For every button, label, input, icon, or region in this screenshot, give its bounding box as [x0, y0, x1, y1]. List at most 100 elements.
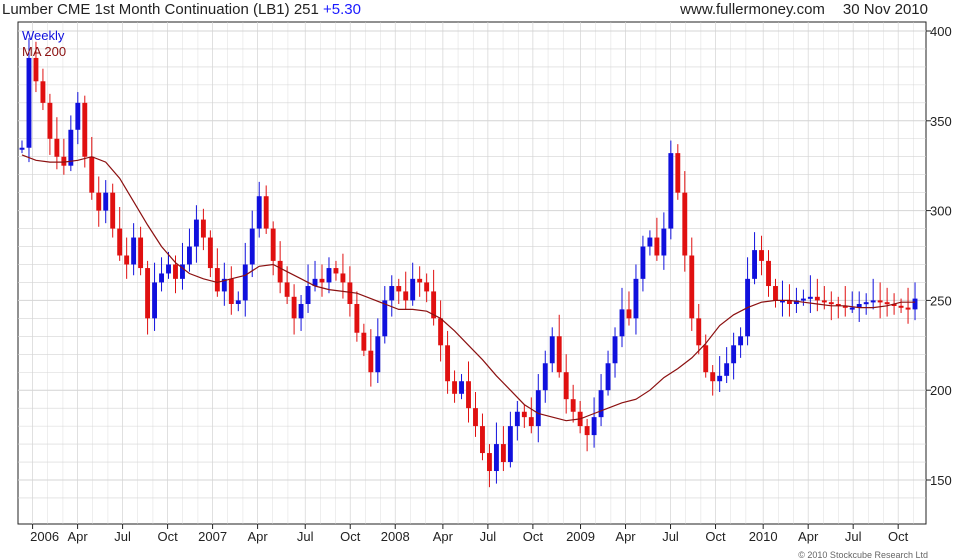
candle-body — [166, 264, 171, 274]
candle-body — [235, 300, 241, 304]
candle-body — [417, 278, 423, 283]
candle-body — [354, 303, 360, 333]
candle-body — [103, 192, 109, 211]
x-tick-label: Jul — [114, 529, 131, 544]
candle-body — [549, 336, 555, 364]
x-tick-label: 2006 — [30, 529, 59, 544]
x-tick-label: Oct — [888, 529, 909, 544]
x-tick-label: Oct — [157, 529, 178, 544]
y-tick-label: 250 — [930, 293, 952, 308]
candle-body — [249, 228, 255, 265]
candle-body — [131, 237, 137, 265]
candle-body — [828, 302, 834, 305]
candle-body — [361, 332, 367, 351]
candle-body — [654, 237, 660, 256]
candle-body — [319, 278, 325, 283]
candle-body — [228, 278, 234, 304]
candle-body — [452, 381, 457, 394]
legend-weekly: Weekly — [22, 28, 65, 43]
y-tick-label: 200 — [930, 383, 952, 398]
x-tick-label: 2007 — [198, 529, 227, 544]
candle-body — [256, 196, 262, 229]
candle-body — [19, 147, 25, 150]
candle-body — [480, 426, 485, 454]
candle-body — [731, 345, 737, 364]
candle-body — [724, 363, 730, 376]
candle-body — [877, 300, 883, 303]
candle-body — [54, 138, 60, 157]
candle-body — [905, 307, 911, 310]
x-tick-label: Jul — [845, 529, 862, 544]
candle-body — [445, 345, 451, 382]
copyright-notice: © 2010 Stockcube Research Ltd — [798, 550, 928, 560]
candle-body — [145, 268, 151, 319]
price-chart: 150 200 250 300 350 400 2006 Apr Jul Oct 2007 Apr J… — [17, 21, 952, 544]
candle-body — [640, 246, 646, 279]
candle-body — [647, 237, 653, 247]
candle-body — [661, 228, 667, 256]
candle-body — [466, 381, 471, 409]
candle-body — [870, 300, 876, 303]
candle-body — [752, 250, 757, 279]
x-tick-label: Apr — [615, 529, 636, 544]
candle-body — [668, 153, 674, 229]
candle-body — [542, 363, 548, 391]
x-tick-label: Jul — [480, 529, 497, 544]
candle-body — [424, 282, 430, 292]
candle-body — [710, 372, 716, 382]
candle-body — [696, 318, 702, 346]
candle-body — [110, 192, 116, 229]
y-tick-label: 350 — [930, 114, 952, 129]
candle-body — [703, 345, 709, 373]
candle-body — [193, 219, 199, 247]
x-tick-label: Jul — [662, 529, 679, 544]
candle-body — [389, 286, 395, 301]
candle-body — [633, 278, 639, 319]
candle-body — [298, 303, 304, 319]
candle-body — [33, 57, 39, 82]
candle-body — [375, 336, 381, 373]
candle-body — [291, 296, 297, 319]
candle-body — [675, 153, 681, 193]
candle-body — [591, 417, 597, 436]
x-tick-label: Oct — [705, 529, 726, 544]
candle-body — [326, 268, 332, 283]
candle-body — [75, 102, 81, 130]
candle-body — [200, 219, 206, 238]
candle-body — [773, 286, 778, 301]
candle-body — [96, 192, 102, 211]
candle-body — [759, 250, 764, 261]
candle-body — [368, 350, 374, 373]
candle-body — [821, 300, 827, 303]
candle-body — [459, 381, 464, 394]
y-axis: 150 200 250 300 350 400 — [926, 24, 952, 488]
candle-body — [26, 57, 32, 148]
candle-body — [493, 444, 499, 472]
candle-body — [173, 264, 178, 279]
candle-body — [89, 156, 95, 193]
candle-body — [403, 291, 409, 301]
candle-body — [563, 372, 569, 400]
candle-body — [152, 282, 157, 319]
x-tick-label: Apr — [798, 529, 819, 544]
candle-body — [68, 129, 74, 166]
candle-body — [570, 399, 576, 412]
candle-body — [270, 228, 276, 261]
y-tick-label: 400 — [930, 24, 952, 39]
x-tick-label: Oct — [523, 529, 544, 544]
candle-body — [584, 426, 590, 436]
candle-body — [514, 411, 520, 427]
candle-body — [82, 102, 88, 157]
x-tick-label: 2010 — [749, 529, 778, 544]
candle-body — [800, 298, 806, 301]
candle-body — [340, 273, 346, 283]
candle-body — [117, 228, 123, 256]
candle-body — [500, 444, 506, 463]
candle-body — [682, 192, 688, 256]
x-tick-label: Apr — [67, 529, 88, 544]
candle-body — [473, 408, 478, 427]
candle-body — [396, 286, 402, 292]
x-axis: 2006 Apr Jul Oct 2007 Apr Jul Oct 2008 Apr Jul Oct 2… — [30, 524, 909, 544]
candle-body — [207, 237, 213, 269]
candle-body — [612, 336, 618, 364]
